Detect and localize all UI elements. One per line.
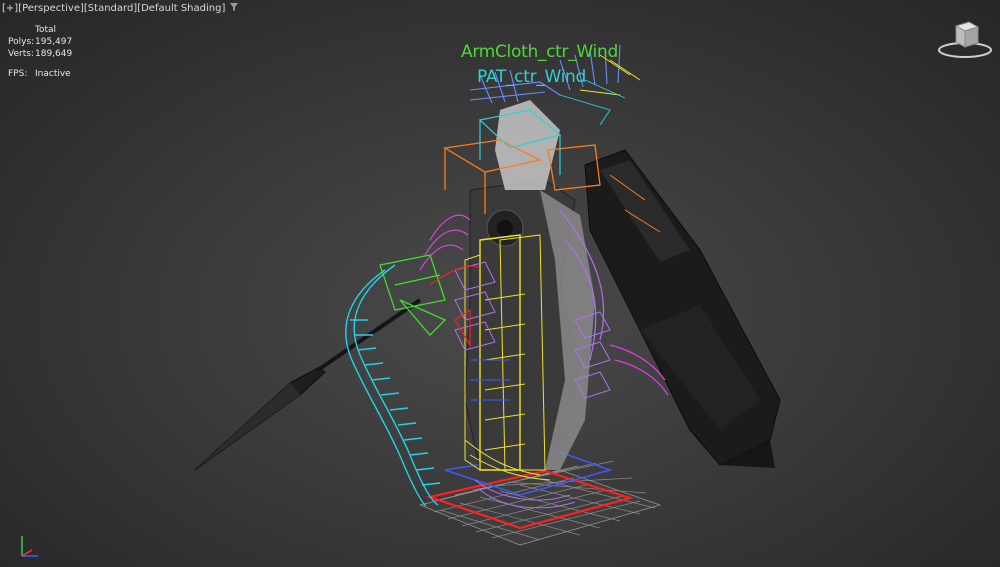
viewcube-icon[interactable] [936, 16, 994, 60]
spear-object[interactable] [194, 298, 422, 471]
armcloth-wind-label[interactable]: ArmCloth_ctr_Wind [461, 42, 618, 62]
tentacle-chain-rig [345, 264, 441, 507]
pat-wind-label[interactable]: PAT_ctr_Wind [477, 67, 586, 87]
shield-object[interactable] [584, 149, 781, 468]
axis-tripod-icon [10, 530, 42, 562]
